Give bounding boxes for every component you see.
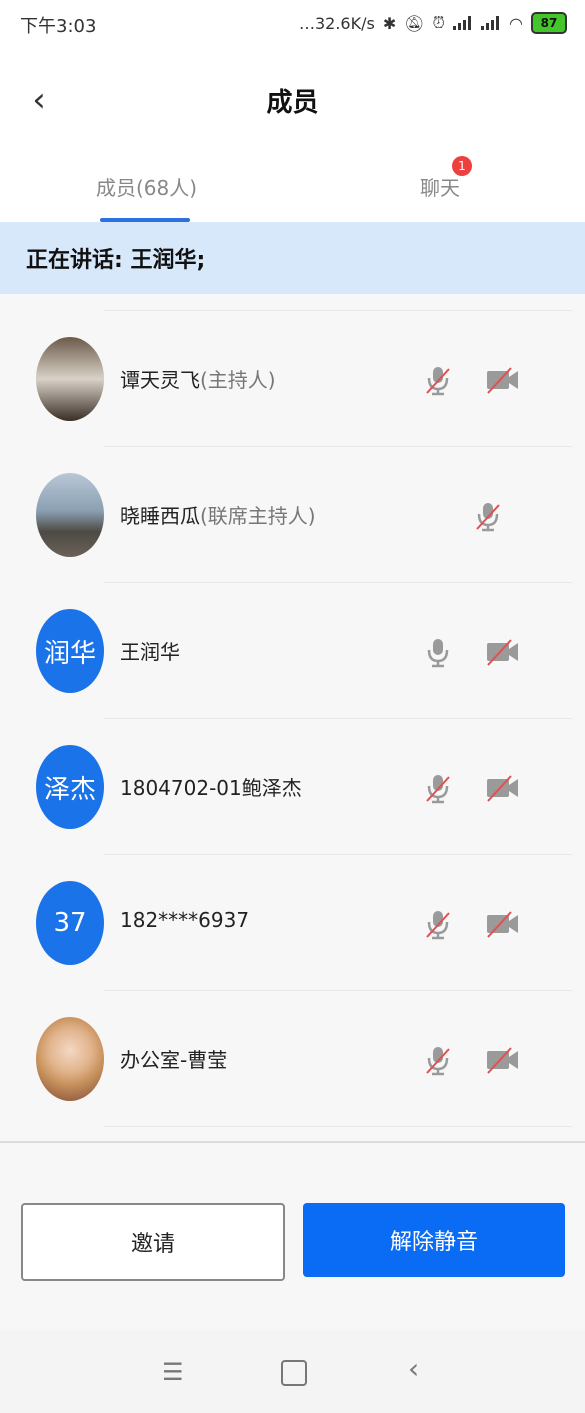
member-row[interactable]: 晓睡西瓜(联席主持人) bbox=[36, 446, 573, 582]
chat-unread-badge: 1 bbox=[452, 156, 472, 176]
signal-icon bbox=[481, 16, 501, 30]
member-controls bbox=[421, 907, 573, 941]
member-role: (主持人) bbox=[200, 368, 276, 392]
home-icon[interactable] bbox=[281, 1360, 307, 1386]
status-time: 下午3:03 bbox=[20, 16, 97, 37]
mic-muted-icon[interactable] bbox=[421, 363, 455, 397]
wifi-icon: ◠ bbox=[509, 13, 523, 33]
system-nav-bar: ☰ ‹ bbox=[0, 1330, 585, 1413]
mic-muted-icon[interactable] bbox=[421, 907, 455, 941]
status-bar: 下午3:03 …32.6K/s ✱ 🔕︎ ⏰︎ ◠ 87 bbox=[0, 0, 585, 50]
mic-on-icon[interactable] bbox=[421, 635, 455, 669]
menu-icon[interactable]: ☰ bbox=[162, 1358, 184, 1386]
member-row[interactable]: 润华 王润华 bbox=[36, 582, 573, 718]
avatar bbox=[36, 337, 104, 421]
page-title: 成员 bbox=[266, 88, 319, 118]
member-name: 办公室-曹莹 bbox=[120, 1048, 228, 1072]
member-name: 王润华 bbox=[120, 640, 180, 664]
speaking-banner: 正在讲话: 王润华; bbox=[0, 222, 585, 294]
speaking-text: 正在讲话: 王润华; bbox=[26, 248, 206, 273]
member-controls bbox=[471, 499, 573, 533]
member-row[interactable]: 谭天灵飞(主持人) bbox=[36, 310, 573, 446]
camera-off-icon[interactable] bbox=[485, 907, 519, 941]
member-name: 1804702-01鲍泽杰 bbox=[120, 776, 302, 800]
status-icons: …32.6K/s ✱ 🔕︎ ⏰︎ ◠ 87 bbox=[299, 12, 567, 34]
avatar: 37 bbox=[36, 881, 104, 965]
camera-off-icon[interactable] bbox=[485, 1043, 519, 1077]
avatar: 泽杰 bbox=[36, 745, 104, 829]
footer-divider bbox=[0, 1141, 585, 1143]
signal-icon bbox=[453, 16, 473, 30]
member-role: (联席主持人) bbox=[200, 504, 316, 528]
invite-button[interactable]: 邀请 bbox=[21, 1203, 285, 1281]
member-controls bbox=[421, 771, 573, 805]
member-controls bbox=[421, 1043, 573, 1077]
camera-off-icon[interactable] bbox=[485, 771, 519, 805]
avatar bbox=[36, 473, 104, 557]
mute-bell-icon: 🔕︎ bbox=[404, 13, 425, 33]
alarm-icon: ⏰︎ bbox=[432, 13, 446, 32]
network-speed: …32.6K/s bbox=[298, 13, 375, 33]
member-row[interactable]: 泽杰 1804702-01鲍泽杰 bbox=[36, 718, 573, 854]
mic-muted-icon[interactable] bbox=[421, 771, 455, 805]
member-controls bbox=[421, 363, 573, 397]
back-nav-icon[interactable]: ‹ bbox=[408, 1352, 419, 1385]
unmute-button[interactable]: 解除静音 bbox=[303, 1203, 565, 1277]
mic-muted-icon[interactable] bbox=[471, 499, 505, 533]
avatar bbox=[36, 1017, 104, 1101]
mic-muted-icon[interactable] bbox=[421, 1043, 455, 1077]
member-row[interactable]: 办公室-曹莹 bbox=[36, 990, 573, 1127]
tab-chat[interactable]: 聊天 bbox=[420, 172, 460, 201]
header: ‹ 成员 bbox=[0, 50, 585, 150]
tab-members[interactable]: 成员(68人) bbox=[96, 172, 197, 201]
member-name: 晓睡西瓜(联席主持人) bbox=[120, 504, 316, 528]
tab-bar: 成员(68人) 聊天 1 bbox=[0, 150, 585, 223]
member-controls bbox=[421, 635, 573, 669]
member-name: 谭天灵飞(主持人) bbox=[120, 368, 276, 392]
battery-icon: 87 bbox=[531, 12, 567, 34]
member-row[interactable]: 37 182****6937 bbox=[36, 854, 573, 990]
member-list: 谭天灵飞(主持人) 晓睡西瓜(联席主持人) 润华 王润华 泽杰 1804702-… bbox=[0, 310, 585, 1127]
camera-off-icon[interactable] bbox=[485, 363, 519, 397]
bluetooth-icon: ✱ bbox=[382, 13, 397, 33]
avatar: 润华 bbox=[36, 609, 104, 693]
member-name: 182****6937 bbox=[120, 908, 250, 932]
camera-off-icon[interactable] bbox=[485, 635, 519, 669]
